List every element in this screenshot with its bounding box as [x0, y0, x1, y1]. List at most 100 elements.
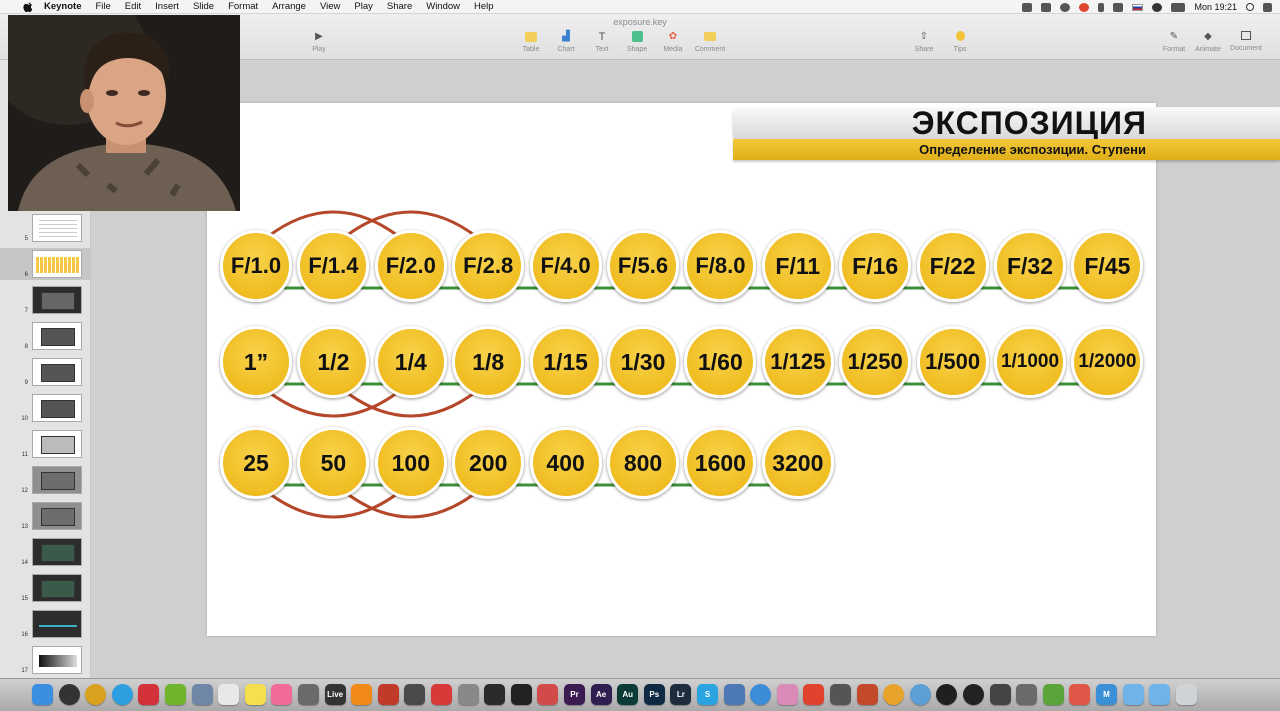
shape-button[interactable]: Shape	[617, 31, 657, 53]
slide-thumbnail[interactable]	[32, 214, 82, 242]
iso-stop-circle[interactable]: 1600	[684, 427, 757, 499]
audition-icon[interactable]: Au	[617, 684, 639, 705]
pixelmator-icon[interactable]	[431, 684, 452, 705]
slide-thumbnail-row[interactable]: 15	[0, 572, 91, 604]
aperture-stop-circle[interactable]: F/8.0	[684, 230, 757, 302]
aperture-stop-circle[interactable]: F/32	[994, 230, 1066, 302]
slide-subtitle[interactable]: Определение экспозиции. Ступени	[733, 141, 1146, 158]
slide-thumbnail-row[interactable]: 5	[0, 212, 91, 244]
slide-thumbnail-row[interactable]: 11	[0, 428, 91, 460]
slide-thumbnail[interactable]	[32, 394, 82, 422]
safari-icon[interactable]	[750, 684, 772, 705]
iso-stop-circle[interactable]: 3200	[761, 427, 834, 499]
iso-stop-circle[interactable]: 25	[220, 427, 292, 499]
slide-thumbnail-row[interactable]: 10	[0, 392, 91, 424]
slide-thumbnail-row[interactable]: 6	[0, 248, 91, 280]
sun-icon[interactable]	[883, 684, 905, 705]
animate-button[interactable]: ◆ Animate	[1188, 31, 1228, 53]
after-effects-icon[interactable]: Ae	[590, 684, 612, 705]
vlc-icon[interactable]	[351, 684, 373, 705]
slide-thumbnail-row[interactable]: 9	[0, 356, 91, 388]
finder-icon[interactable]	[32, 684, 53, 705]
photo-booth-icon[interactable]	[377, 684, 399, 705]
shutter-stop-circle[interactable]: 1/125	[761, 326, 834, 398]
iso-stop-circle[interactable]: 400	[529, 427, 602, 499]
premiere-icon[interactable]: Pr	[564, 684, 585, 705]
chart-button[interactable]: ▟ Chart	[546, 31, 586, 53]
slide-thumbnail[interactable]	[32, 286, 82, 314]
apple-menu-icon[interactable]	[20, 0, 34, 14]
aperture-stop-circle[interactable]: F/22	[916, 230, 989, 302]
aperture-stop-circle[interactable]: F/4.0	[529, 230, 602, 302]
play-button[interactable]: ▶ Play	[299, 31, 339, 53]
bluetooth-icon[interactable]	[1098, 2, 1105, 12]
notification-center-icon[interactable]	[1263, 2, 1272, 12]
lightroom-icon[interactable]: Lr	[670, 684, 692, 705]
spotlight-icon[interactable]	[1246, 3, 1254, 11]
iso-stop-circle[interactable]: 50	[297, 427, 370, 499]
menu-slide[interactable]: Slide	[193, 1, 214, 12]
slide-thumbnail[interactable]	[32, 322, 82, 350]
shutter-stop-circle[interactable]: 1/15	[529, 326, 602, 398]
folder-icon[interactable]	[1122, 684, 1144, 705]
shutter-stop-circle[interactable]: 1/250	[839, 326, 912, 398]
clapper-icon[interactable]	[1016, 684, 1038, 705]
slide-thumbnail[interactable]	[32, 250, 82, 278]
slide-thumbnail-row[interactable]: 16	[0, 608, 91, 640]
aperture-stop-circle[interactable]: F/11	[761, 230, 834, 302]
slide-thumbnail[interactable]	[32, 358, 82, 386]
menu-app-name[interactable]: Keynote	[44, 1, 81, 12]
iso-stop-circle[interactable]: 200	[452, 427, 525, 499]
menu-edit[interactable]: Edit	[125, 1, 141, 12]
shutter-stop-circle[interactable]: 1/4	[374, 326, 447, 398]
mail-icon[interactable]: M	[1096, 684, 1117, 705]
avast-icon[interactable]	[803, 684, 825, 705]
notes-icon[interactable]	[298, 684, 319, 705]
menu-insert[interactable]: Insert	[155, 1, 179, 12]
slide-thumbnail[interactable]	[32, 574, 82, 602]
iso-stop-circle[interactable]: 100	[374, 427, 447, 499]
camera-icon[interactable]	[936, 684, 958, 705]
utorrent-icon[interactable]	[165, 684, 186, 705]
downloads-icon[interactable]	[1149, 684, 1171, 705]
battery-icon[interactable]	[1171, 2, 1186, 12]
menu-help[interactable]: Help	[474, 1, 494, 12]
final-cut-icon[interactable]	[989, 684, 1011, 705]
opera-icon[interactable]	[1079, 2, 1090, 12]
maps-icon[interactable]	[723, 684, 745, 705]
volume-icon[interactable]	[1113, 2, 1124, 12]
scanner-icon[interactable]	[830, 684, 851, 705]
slide-thumbnail-row[interactable]: 17	[0, 644, 91, 676]
chrome-icon[interactable]	[85, 684, 107, 705]
menu-format[interactable]: Format	[228, 1, 258, 12]
display-icon[interactable]	[1041, 2, 1052, 12]
slide-thumbnail[interactable]	[32, 430, 82, 458]
itunes-icon[interactable]	[271, 684, 293, 705]
trash-icon[interactable]	[1175, 684, 1197, 705]
slide-thumbnail[interactable]	[32, 610, 82, 638]
aperture-stop-circle[interactable]: F/2.8	[452, 230, 525, 302]
menu-window[interactable]: Window	[426, 1, 460, 12]
aperture-stop-circle[interactable]: F/1.0	[220, 230, 292, 302]
flower-icon[interactable]	[776, 684, 798, 705]
comment-button[interactable]: Comment	[690, 31, 730, 53]
shutter-stop-circle[interactable]: 1/30	[607, 326, 679, 398]
shutter-stop-circle[interactable]: 1”	[220, 326, 292, 398]
terminal-icon[interactable]	[510, 684, 532, 705]
text-button[interactable]: T Text	[582, 31, 622, 53]
launchpad-icon[interactable]	[58, 684, 80, 705]
clock[interactable]: Mon 19:21	[1194, 2, 1237, 12]
shutter-stop-circle[interactable]: 1/2	[297, 326, 370, 398]
github-icon[interactable]	[963, 684, 984, 705]
textedit-icon[interactable]	[218, 684, 240, 705]
shutter-stop-circle[interactable]: 1/2000	[1071, 326, 1144, 398]
aperture-stop-circle[interactable]: F/1.4	[297, 230, 370, 302]
skype-icon[interactable]: S	[697, 684, 718, 705]
shutter-stop-circle[interactable]: 1/60	[684, 326, 757, 398]
aperture-stop-circle[interactable]: F/2.0	[374, 230, 447, 302]
shutter-stop-circle[interactable]: 1/1000	[994, 326, 1066, 398]
evernote-icon[interactable]	[1042, 684, 1064, 705]
media-button[interactable]: ✿ Media	[653, 31, 693, 53]
table-button[interactable]: Table	[511, 31, 551, 53]
input-source-flag-icon[interactable]	[1132, 3, 1144, 11]
